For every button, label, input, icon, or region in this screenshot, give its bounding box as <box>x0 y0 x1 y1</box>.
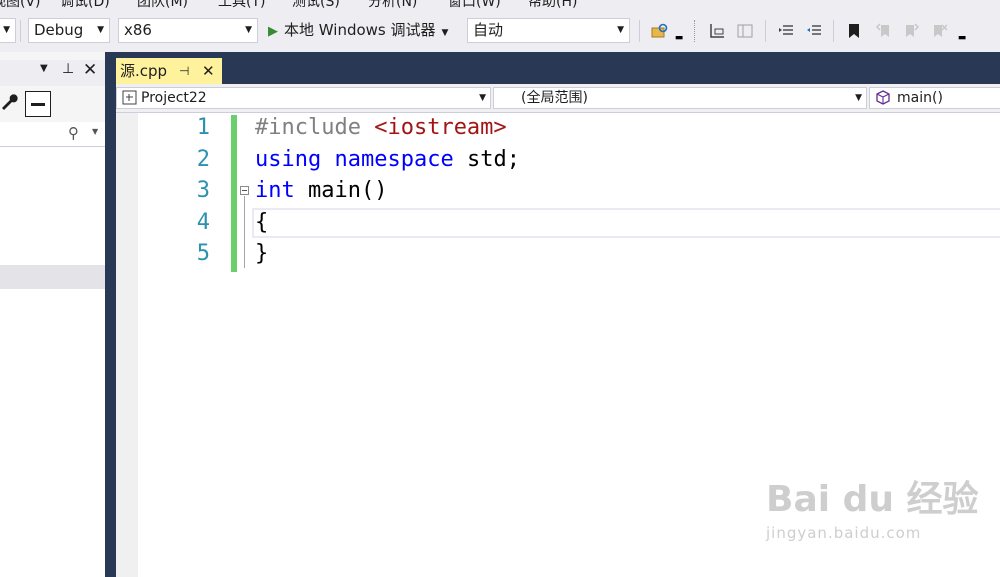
chevron-down-icon: ▼ <box>855 93 862 103</box>
find-in-files-icon[interactable] <box>651 22 669 40</box>
tab-source-cpp[interactable]: 源.cpp ⊣ ✕ <box>116 58 222 84</box>
line-number: 4 <box>196 210 210 235</box>
chevron-down-icon: ▼ <box>441 28 449 38</box>
outline-line <box>244 196 245 268</box>
tab-label: 源.cpp <box>120 62 168 80</box>
watermark: Bai du 经验 jingyan.baidu.com <box>766 470 979 542</box>
watermark-brand: Bai du 经验 <box>766 479 979 520</box>
platform-value: x86 <box>124 21 152 39</box>
pin-icon[interactable]: ⊣ <box>179 58 189 84</box>
next-bookmark-icon[interactable] <box>903 22 921 40</box>
current-line-highlight <box>252 208 1000 238</box>
line-number: 3 <box>196 178 210 203</box>
menu-test[interactable]: 测试(S) <box>292 0 340 8</box>
menu-team[interactable]: 团队(M) <box>137 0 188 8</box>
chevron-down-icon: ▼ <box>479 93 486 103</box>
member-name: main() <box>897 90 943 106</box>
chevron-down-icon[interactable]: ▬ <box>674 22 684 43</box>
project-icon <box>122 90 137 111</box>
run-mode-combo[interactable]: 自动 ▼ <box>467 18 630 43</box>
panel-header: ▼ ⊥ ✕ <box>0 60 105 86</box>
document-tabstrip: 源.cpp ⊣ ✕ <box>116 52 1000 84</box>
bookmark-icon[interactable] <box>845 22 863 40</box>
run-label: 本地 Windows 调试器 <box>284 21 436 39</box>
pin-icon[interactable]: ⊥ <box>62 61 74 77</box>
panel-splitter[interactable] <box>105 52 116 577</box>
config-value: Debug <box>34 21 84 39</box>
clear-bookmarks-icon[interactable] <box>931 22 949 40</box>
menu-bar: 视图(V) 调试(D) 团队(M) 工具(T) 测试(S) 分析(N) 窗口(W… <box>0 0 1000 8</box>
keyword: namespace <box>334 147 454 172</box>
panel-toolbar <box>0 86 105 123</box>
close-icon[interactable]: ✕ <box>202 58 215 84</box>
platform-combo[interactable]: x86 ▼ <box>118 18 258 43</box>
keyword: using <box>255 147 322 172</box>
step-icon[interactable] <box>708 22 726 40</box>
toolbar-separator <box>639 20 640 42</box>
layout-icon[interactable] <box>736 22 754 40</box>
code-line-4[interactable]: { <box>255 210 268 235</box>
watermark-site: jingyan.baidu.com <box>766 524 922 542</box>
toolbar-separator <box>833 20 834 42</box>
panel-tree[interactable] <box>0 147 105 577</box>
line-number: 1 <box>196 115 210 140</box>
toolbar-separator <box>20 20 21 42</box>
prev-bookmark-icon[interactable] <box>874 22 892 40</box>
chevron-down-icon: ▼ <box>3 25 10 35</box>
line-number: 2 <box>196 147 210 172</box>
close-icon[interactable]: ✕ <box>83 60 97 80</box>
menu-view[interactable]: 视图(V) <box>0 0 41 8</box>
project-name: Project22 <box>141 90 207 106</box>
include-header: <iostream> <box>374 115 507 140</box>
solution-config-combo[interactable]: Debug ▼ <box>28 18 110 43</box>
run-mode-value: 自动 <box>473 21 504 39</box>
indicator-margin[interactable] <box>116 113 138 577</box>
wrench-icon[interactable] <box>0 92 20 116</box>
menu-window[interactable]: 窗口(W) <box>448 0 501 8</box>
chevron-down-icon: ▼ <box>92 127 99 136</box>
collapse-all-icon[interactable] <box>25 91 51 117</box>
chevron-down-icon: ▼ <box>97 25 104 35</box>
line-number: 5 <box>196 241 210 266</box>
member-combo[interactable]: main() <box>869 87 1000 109</box>
navigation-bar: Project22 ▼ (全局范围) ▼ main() <box>116 84 1000 113</box>
toolbar-dropdown-left[interactable]: ▼ <box>0 18 16 43</box>
menu-tools[interactable]: 工具(T) <box>218 0 265 8</box>
menu-help[interactable]: 帮助(H) <box>528 0 577 8</box>
indent-icon[interactable] <box>805 22 823 40</box>
code-line-1[interactable]: #include <iostream> <box>255 115 507 140</box>
identifier: std; <box>466 147 520 172</box>
panel-search[interactable]: ⚲ ▼ <box>0 122 105 147</box>
chevron-down-icon: ▼ <box>617 25 624 35</box>
menu-debug[interactable]: 调试(D) <box>60 0 110 8</box>
fold-icon[interactable] <box>240 186 249 195</box>
scope-name: (全局范围) <box>521 90 588 106</box>
method-icon <box>876 90 890 111</box>
code-line-2[interactable]: using namespace std; <box>255 147 520 172</box>
change-indicator-bar <box>231 115 237 272</box>
toolbar-separator <box>765 20 766 42</box>
toolbar-grip <box>694 20 696 42</box>
project-combo[interactable]: Project22 ▼ <box>116 87 491 109</box>
code-line-3[interactable]: int main() <box>255 178 387 203</box>
scope-combo[interactable]: (全局范围) ▼ <box>493 87 867 109</box>
code-line-5[interactable]: } <box>255 241 268 266</box>
standard-toolbar: ▼ Debug ▼ x86 ▼ ▶ 本地 Windows 调试器 ▼ 自动 ▼ ▬ <box>0 8 1000 53</box>
play-icon: ▶ <box>268 24 278 39</box>
selected-tree-item[interactable] <box>0 265 105 289</box>
identifier: main() <box>308 178 388 203</box>
chevron-down-icon[interactable]: ▬ <box>956 22 968 43</box>
chevron-down-icon[interactable]: ▼ <box>40 63 48 74</box>
outdent-icon[interactable] <box>777 22 795 40</box>
keyword: int <box>255 178 295 203</box>
solution-explorer-panel: ▼ ⊥ ✕ ⚲ ▼ <box>0 52 105 577</box>
preprocessor-directive: #include <box>255 115 361 140</box>
start-debugging-button[interactable]: ▶ 本地 Windows 调试器 ▼ <box>268 18 448 43</box>
menu-analyze[interactable]: 分析(N) <box>368 0 417 8</box>
search-icon: ⚲ <box>68 124 79 142</box>
chevron-down-icon: ▼ <box>245 25 252 35</box>
